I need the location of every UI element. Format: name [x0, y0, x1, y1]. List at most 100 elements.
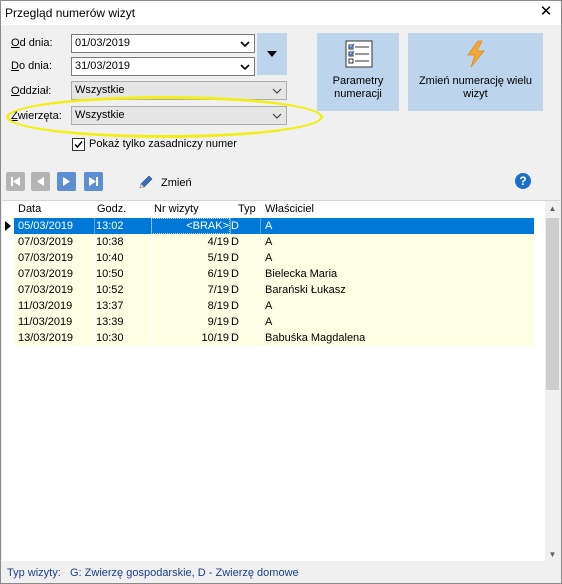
table-row[interactable]: 07/03/2019 10:50 6/19 D Bielecka Maria	[14, 266, 534, 282]
navigation-toolbar: Zmień ?	[1, 169, 561, 195]
table-row[interactable]: 13/03/2019 10:30 10/19 D Babuśka Magdalena	[14, 330, 534, 346]
column-separator	[94, 330, 95, 346]
chevron-down-icon[interactable]	[240, 39, 250, 49]
cell-nr: 6/19	[207, 268, 229, 280]
cell-typ: D	[231, 236, 239, 248]
next-record-button[interactable]	[57, 172, 76, 191]
column-separator	[260, 314, 261, 330]
column-separator	[260, 234, 261, 250]
column-separator	[94, 266, 95, 282]
cell-data: 07/03/2019	[18, 252, 74, 264]
cell-data: 05/03/2019	[18, 220, 74, 232]
column-header-nr-wizyty[interactable]: Nr wizyty	[154, 203, 199, 215]
scroll-down-icon[interactable]: ▼	[545, 547, 560, 562]
column-header-wlasciciel[interactable]: Właściciel	[265, 203, 314, 215]
column-header-typ[interactable]: Typ	[238, 203, 256, 215]
scrollbar-thumb[interactable]	[546, 218, 559, 390]
column-separator	[260, 218, 261, 234]
previous-record-button[interactable]	[31, 172, 50, 191]
zmien-numeracje-wielu-button[interactable]: Zmień numerację wielu wizyt	[408, 33, 543, 111]
cell-wlasciciel: A	[265, 220, 273, 232]
status-footer: Typ wizyty: G: Zwierzę gospodarskie, D -…	[1, 563, 561, 583]
close-icon[interactable]: ✕	[535, 2, 557, 24]
cell-nr: 8/19	[207, 300, 229, 312]
column-separator	[260, 266, 261, 282]
zmien-wielu-line1: Zmień numerację wielu	[418, 75, 533, 87]
last-record-button[interactable]	[84, 172, 103, 191]
column-header-data[interactable]: Data	[18, 203, 41, 215]
column-separator	[94, 218, 95, 234]
cell-godz: 13:39	[96, 316, 124, 328]
triangle-down-icon	[267, 51, 277, 57]
zmien-button[interactable]: Zmień	[161, 177, 192, 189]
oddzial-value: Wszystkie	[75, 84, 125, 96]
vertical-scrollbar[interactable]: ▲ ▼	[545, 201, 560, 562]
zwierzeta-label: Zwierzęta:	[11, 110, 62, 122]
parametry-line1: Parametry	[332, 75, 384, 87]
focused-cell-outline	[151, 218, 230, 234]
current-row-pointer	[5, 221, 11, 231]
cell-data: 07/03/2019	[18, 268, 74, 280]
cell-typ: D	[231, 220, 239, 232]
cell-typ: D	[231, 332, 239, 344]
do-dnia-label: Do dnia:	[11, 60, 52, 72]
chevron-down-icon	[272, 88, 282, 94]
cell-godz: 10:30	[96, 332, 124, 344]
cell-data: 11/03/2019	[18, 316, 73, 328]
cell-data: 07/03/2019	[18, 284, 74, 296]
column-separator	[94, 250, 95, 266]
parametry-line2: numeracji	[334, 88, 382, 100]
first-record-button[interactable]	[6, 172, 25, 191]
visits-table: Data Godz. Nr wizyty Typ Właściciel 05/0…	[2, 200, 560, 562]
table-row[interactable]: 05/03/2019 13:02 <BRAK> D A	[14, 218, 534, 234]
cell-wlasciciel: Barański Łukasz	[265, 284, 346, 296]
parametry-numeracji-button[interactable]: Parametry numeracji	[317, 33, 399, 111]
column-separator	[260, 250, 261, 266]
od-dnia-field[interactable]: 01/03/2019	[71, 34, 255, 53]
chevron-down-icon	[272, 113, 282, 119]
help-icon[interactable]: ?	[515, 173, 531, 189]
tylko-zasadniczy-label[interactable]: Pokaż tylko zasadniczy numer	[89, 138, 237, 150]
cell-wlasciciel: Bielecka Maria	[265, 268, 338, 280]
od-dnia-label: Od dnia:	[11, 37, 53, 49]
scroll-up-icon[interactable]: ▲	[545, 201, 560, 216]
cell-godz: 10:50	[96, 268, 124, 280]
column-separator	[260, 298, 261, 314]
cell-nr: 7/19	[207, 284, 229, 296]
table-row[interactable]: 07/03/2019 10:52 7/19 D Barański Łukasz	[14, 282, 534, 298]
tylko-zasadniczy-checkbox[interactable]	[72, 138, 85, 151]
pencil-icon[interactable]	[138, 174, 154, 190]
od-dnia-value: 01/03/2019	[75, 37, 131, 49]
zwierzeta-select[interactable]: Wszystkie	[71, 106, 287, 125]
do-dnia-value: 31/03/2019	[75, 60, 131, 72]
chevron-down-icon[interactable]	[240, 62, 250, 72]
cell-godz: 13:37	[96, 300, 124, 312]
column-separator	[94, 298, 95, 314]
oddzial-label: Oddział:	[11, 85, 52, 97]
table-row[interactable]: 07/03/2019 10:40 5/19 D A	[14, 250, 534, 266]
arrow-left-icon	[37, 177, 44, 186]
column-separator	[94, 282, 95, 298]
table-row[interactable]: 11/03/2019 13:37 8/19 D A	[14, 298, 534, 314]
cell-data: 07/03/2019	[18, 236, 74, 248]
date-range-dropdown-button[interactable]	[257, 33, 287, 75]
column-separator	[260, 282, 261, 298]
oddzial-select[interactable]: Wszystkie	[71, 81, 287, 100]
cell-wlasciciel: A	[265, 300, 273, 312]
zwierzeta-value: Wszystkie	[75, 109, 125, 121]
cell-godz: 10:38	[96, 236, 124, 248]
cell-wlasciciel: A	[265, 236, 273, 248]
cell-nr: 4/19	[207, 236, 229, 248]
column-separator	[260, 330, 261, 346]
cell-wlasciciel: A	[265, 252, 273, 264]
cell-typ: D	[231, 316, 239, 328]
cell-godz: 13:02	[96, 220, 124, 232]
column-separator	[94, 314, 95, 330]
do-dnia-field[interactable]: 31/03/2019	[71, 57, 255, 76]
table-row[interactable]: 07/03/2019 10:38 4/19 D A	[14, 234, 534, 250]
cell-godz: 10:52	[96, 284, 124, 296]
cell-nr: 10/19	[201, 332, 229, 344]
column-header-godz[interactable]: Godz.	[97, 203, 126, 215]
table-row[interactable]: 11/03/2019 13:39 9/19 D A	[14, 314, 534, 330]
cell-data: 11/03/2019	[18, 300, 73, 312]
